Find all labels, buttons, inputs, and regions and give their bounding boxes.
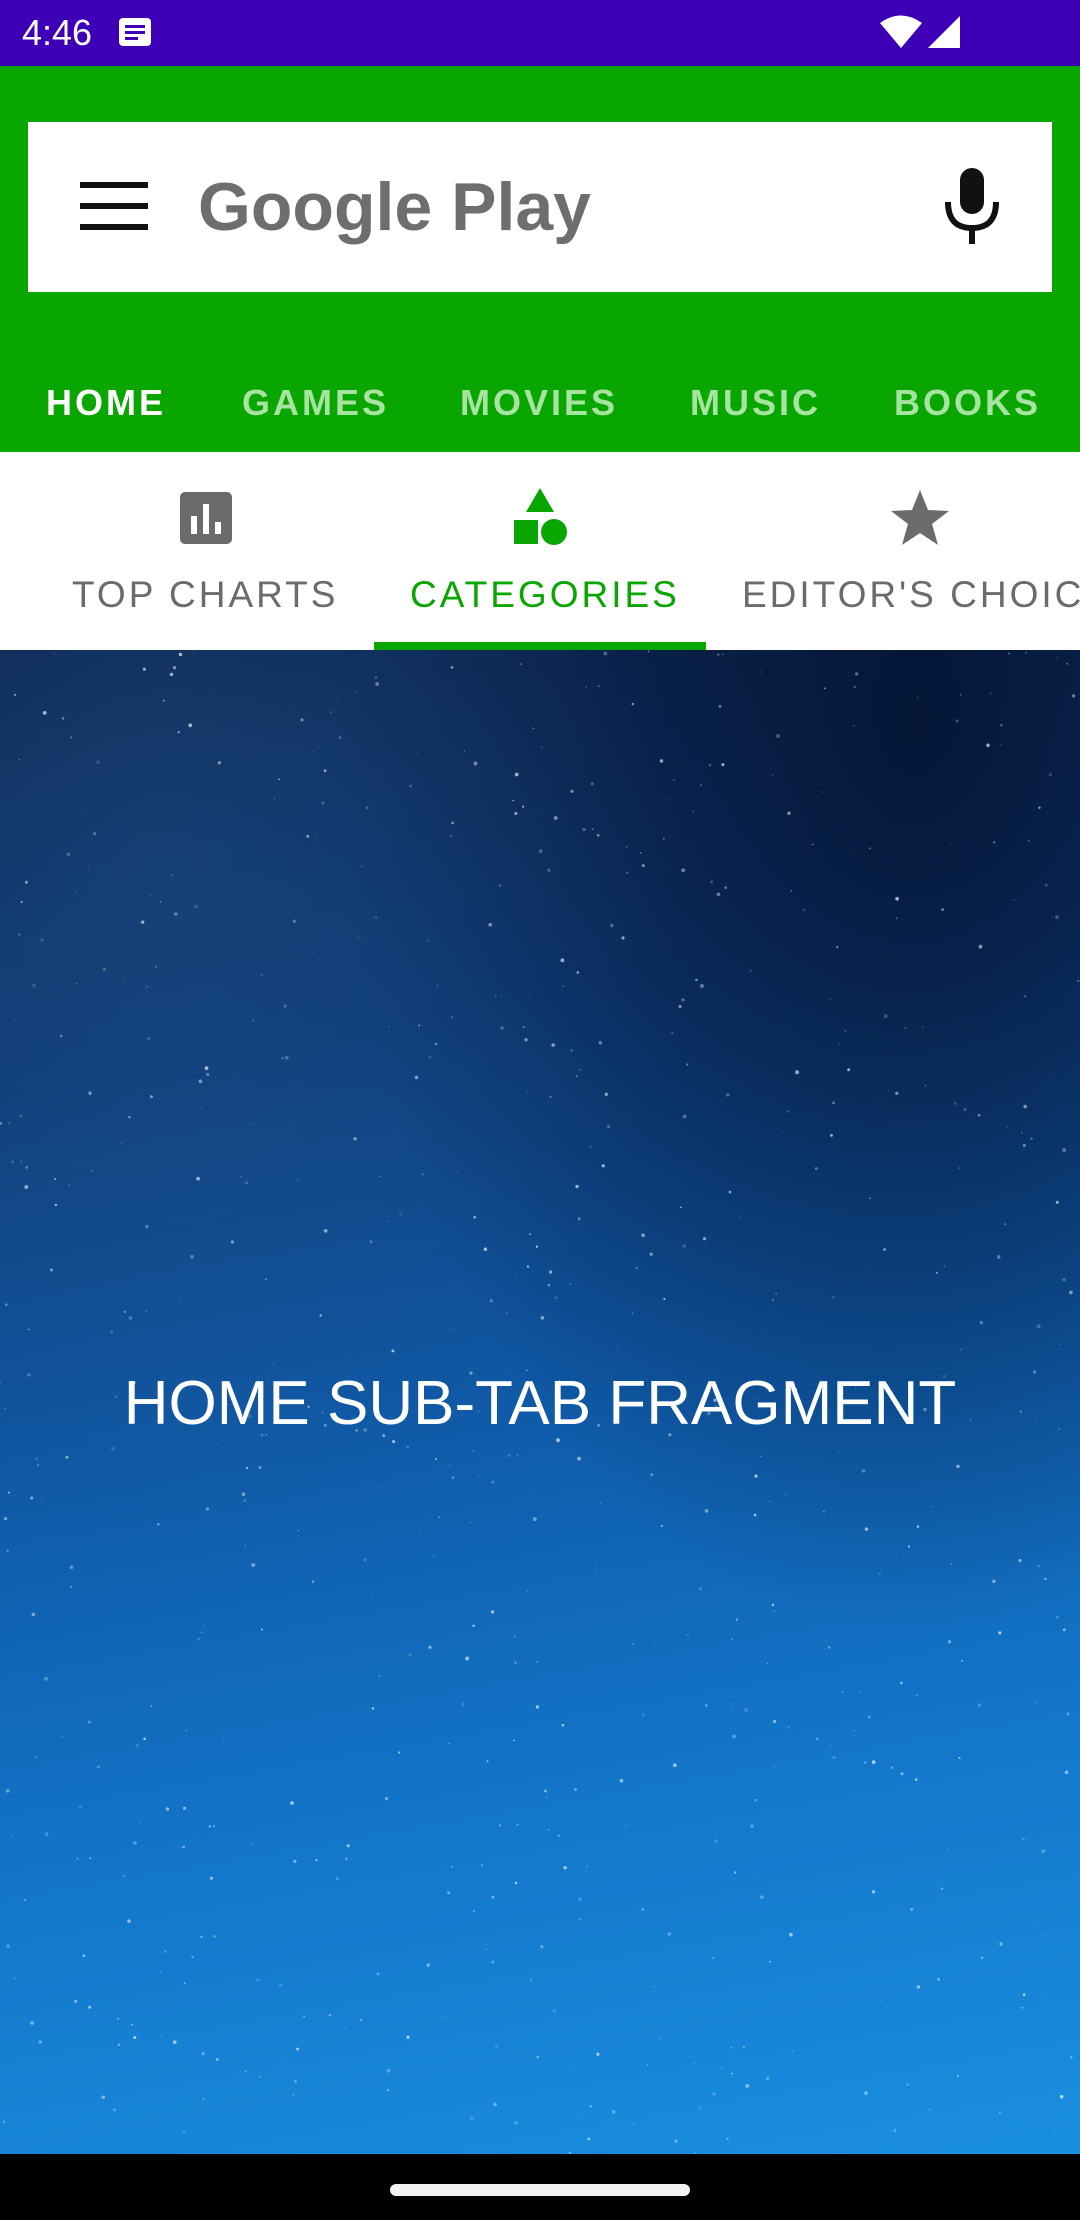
tab-movies[interactable]: MOVIES [460, 382, 618, 424]
tab-music[interactable]: MUSIC [690, 382, 821, 424]
category-tab-bar: HOME GAMES MOVIES MUSIC BOOKS [0, 362, 1080, 452]
wifi-icon [880, 15, 922, 48]
search-title: Google Play [198, 169, 591, 245]
shapes-icon [514, 488, 567, 545]
star-icon [891, 490, 949, 545]
mic-icon[interactable] [936, 162, 1008, 252]
fragment-content: HOME SUB-TAB FRAGMENT [0, 650, 1080, 2154]
fragment-label: HOME SUB-TAB FRAGMENT [123, 1369, 957, 1438]
tab-home[interactable]: HOME [46, 382, 166, 424]
signal-icon [928, 16, 960, 48]
navigation-bar [0, 2154, 1080, 2220]
menu-icon[interactable] [80, 178, 148, 234]
sub-tab-label: CATEGORIES [410, 574, 680, 615]
sub-tab-label: EDITOR'S CHOIC [742, 574, 1080, 615]
home-gesture-handle[interactable] [390, 2184, 690, 2196]
selected-tab-indicator [374, 642, 706, 650]
sub-tab-bar: TOP CHARTS CATEGORIES EDITOR'S CHOIC [0, 452, 1080, 650]
sub-tab-categories[interactable]: CATEGORIES [374, 452, 706, 650]
tab-books[interactable]: BOOKS [894, 382, 1041, 424]
sub-tab-top-charts[interactable]: TOP CHARTS [0, 452, 374, 650]
app-toolbar: Google Play HOME GAMES MOVIES MUSIC BOOK… [0, 66, 1080, 452]
status-time: 4:46 [22, 12, 93, 53]
tab-games[interactable]: GAMES [242, 382, 389, 424]
search-bar[interactable]: Google Play [28, 122, 1052, 292]
sub-tab-label: TOP CHARTS [72, 574, 339, 615]
status-bar: 4:46 [0, 0, 1080, 66]
bar-chart-icon [180, 492, 232, 544]
sub-tab-editors-choice[interactable]: EDITOR'S CHOIC [706, 452, 1080, 650]
notification-icon [119, 18, 151, 46]
